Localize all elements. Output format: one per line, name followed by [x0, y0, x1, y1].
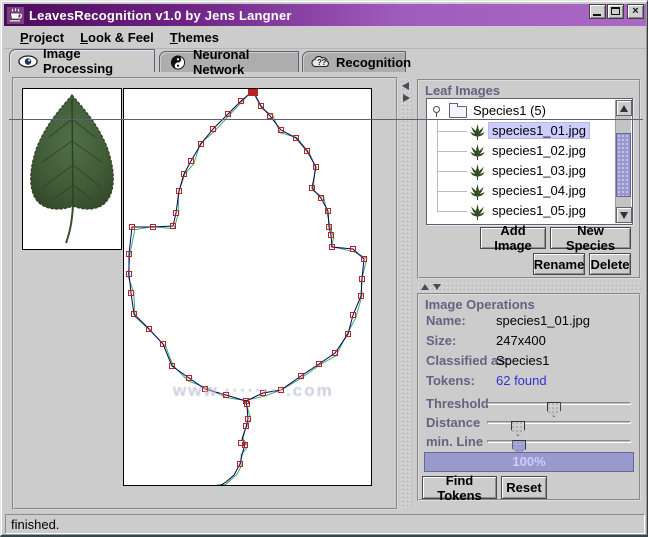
find-tokens-button[interactable]: Find Tokens	[422, 476, 497, 499]
leaf-outline-drawing	[124, 89, 371, 485]
progress-bar: 100%	[424, 452, 634, 472]
tree-stub	[437, 191, 467, 192]
tree-root-label[interactable]: Species1 (5)	[473, 103, 546, 118]
collapse-left-icon[interactable]	[402, 82, 409, 90]
distance-slider-row: Distance	[419, 414, 639, 431]
status-bar: finished.	[5, 514, 645, 534]
tree-item-label[interactable]: species1_01.jpg	[489, 123, 589, 138]
menu-project[interactable]: Project	[12, 28, 72, 47]
window-title: LeavesRecognition v1.0 by Jens Langner	[29, 8, 292, 23]
tab-recognition[interactable]: ? ? Recognition	[302, 51, 406, 72]
tab-label: Neuronal Network	[193, 47, 290, 77]
menu-look-and-feel[interactable]: Look & Feel	[72, 28, 162, 47]
tab-baseline	[9, 119, 643, 120]
tab-strip: Image Processing Neuronal Network ? ? Re…	[4, 49, 646, 73]
threshold-slider-row: Threshold	[419, 395, 639, 412]
tab-image-processing[interactable]: Image Processing	[9, 49, 155, 72]
distance-slider[interactable]	[487, 421, 631, 424]
field-row: Classified as: Species1	[419, 353, 639, 371]
leaf-photo	[23, 89, 121, 249]
tree-item-label[interactable]: species1_05.jpg	[492, 203, 586, 218]
horizontal-splitter[interactable]	[417, 282, 641, 292]
min-line-slider[interactable]	[487, 440, 631, 443]
tokens-label: Tokens:	[426, 373, 475, 388]
leaf-icon	[469, 183, 486, 200]
minimize-button[interactable]	[589, 4, 606, 19]
tree-expander-icon[interactable]	[433, 106, 440, 113]
status-text: finished.	[11, 517, 59, 532]
token-canvas[interactable]	[123, 88, 372, 486]
classified-as-value: Species1	[496, 353, 549, 368]
tree-connector	[437, 119, 438, 212]
vertical-splitter[interactable]	[400, 78, 412, 509]
tab-label: Recognition	[336, 55, 411, 70]
leaf-icon	[469, 143, 486, 160]
species-tree[interactable]: Species1 (5) species1_01.jpg species1_02…	[426, 98, 633, 225]
new-species-button[interactable]: New Species	[550, 227, 631, 249]
image-operations-group: Image Operations Name: species1_01.jpg S…	[417, 293, 641, 501]
tree-item-label[interactable]: species1_03.jpg	[492, 163, 586, 178]
leaf-images-title: Leaf Images	[425, 83, 500, 98]
min-line-slider-row: min. Line	[419, 433, 639, 450]
java-cup-icon	[7, 7, 24, 24]
add-image-button[interactable]: Add Image	[480, 227, 546, 249]
size-value: 247x400	[496, 333, 546, 348]
threshold-slider[interactable]	[487, 402, 631, 405]
leaf-icon	[469, 163, 486, 180]
tree-item-label[interactable]: species1_04.jpg	[492, 183, 586, 198]
scroll-up-button[interactable]	[616, 100, 632, 116]
collapse-up-icon[interactable]	[421, 284, 429, 290]
collapse-right-icon[interactable]	[403, 94, 410, 102]
svg-text:?: ?	[322, 58, 327, 67]
delete-button[interactable]: Delete	[589, 253, 631, 275]
field-row: Name: species1_01.jpg	[419, 313, 639, 331]
image-operations-title: Image Operations	[425, 297, 535, 312]
leaf-icon	[469, 123, 486, 140]
name-value: species1_01.jpg	[496, 313, 590, 328]
folder-icon	[449, 106, 467, 118]
yin-yang-icon	[168, 55, 188, 70]
tree-stub	[437, 151, 467, 152]
scrollbar-thumb[interactable]	[616, 133, 631, 197]
maximize-icon	[611, 7, 620, 15]
tab-label: Image Processing	[43, 46, 146, 76]
scroll-down-button[interactable]	[616, 207, 632, 223]
threshold-label: Threshold	[426, 396, 489, 411]
rename-button[interactable]: Rename	[533, 253, 585, 275]
tree-stub	[437, 211, 467, 212]
minimize-icon	[593, 14, 601, 16]
title-bar[interactable]: LeavesRecognition v1.0 by Jens Langner	[4, 4, 646, 26]
collapse-down-icon[interactable]	[433, 284, 441, 290]
tree-stub	[437, 131, 467, 132]
eye-icon	[18, 54, 38, 69]
distance-label: Distance	[426, 415, 480, 430]
field-row: Tokens: 62 found	[419, 373, 639, 391]
tab-neuronal-network[interactable]: Neuronal Network	[159, 51, 299, 72]
progress-label: 100%	[425, 453, 633, 471]
tokens-value: 62 found	[496, 373, 547, 388]
arrow-down-icon	[620, 212, 628, 219]
arrow-up-icon	[620, 105, 628, 112]
app-window: LeavesRecognition v1.0 by Jens Langner ×…	[0, 0, 648, 537]
reset-button[interactable]: Reset	[501, 476, 547, 499]
leaf-icon	[469, 203, 486, 220]
leaf-thumbnail	[22, 88, 122, 250]
field-row: Size: 247x400	[419, 333, 639, 351]
tree-item-label[interactable]: species1_02.jpg	[492, 143, 586, 158]
maximize-button[interactable]	[607, 4, 624, 19]
window-controls: ×	[588, 4, 644, 19]
min-line-label: min. Line	[426, 434, 483, 449]
question-cloud-icon: ? ?	[311, 55, 331, 70]
size-label: Size:	[426, 333, 456, 348]
name-label: Name:	[426, 313, 466, 328]
tree-stub	[437, 171, 467, 172]
menu-themes[interactable]: Themes	[162, 28, 227, 47]
close-button[interactable]: ×	[627, 4, 644, 19]
close-icon: ×	[628, 4, 643, 19]
